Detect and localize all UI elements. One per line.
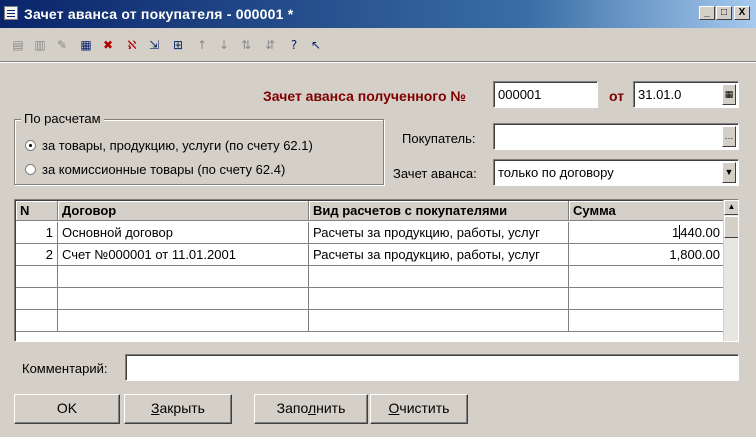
cell-contract[interactable]: Счет №000001 от 11.01.2001 bbox=[58, 244, 309, 266]
fill-hotkey: л bbox=[307, 400, 317, 416]
group-icon[interactable]: ▦ bbox=[78, 37, 94, 53]
empty-cell bbox=[309, 266, 569, 288]
col-kind[interactable]: Вид расчетов с покупателями bbox=[309, 201, 569, 221]
new-row-icon[interactable]: ▤ bbox=[10, 37, 26, 53]
cell-contract[interactable]: Основной договор bbox=[58, 222, 309, 244]
clear-label: чистить bbox=[399, 400, 450, 416]
scroll-up-button[interactable]: ▲ bbox=[724, 200, 738, 215]
empty-cell bbox=[16, 310, 58, 332]
close-form-button[interactable]: Закрыть bbox=[124, 394, 232, 424]
doc-number-label: Зачет аванса полученного № bbox=[263, 88, 466, 104]
ok-button[interactable]: OK bbox=[14, 394, 120, 424]
delete-row-icon[interactable]: ✖ bbox=[100, 37, 116, 53]
advance-select[interactable]: только по договору ▼ bbox=[493, 159, 739, 186]
cell-n: 2 bbox=[16, 244, 58, 266]
close-hotkey: З bbox=[151, 400, 160, 416]
fill-label-post: нить bbox=[316, 400, 346, 416]
title-bar: Зачет аванса от покупателя - 000001 * _ … bbox=[0, 0, 756, 28]
sort-asc-icon[interactable]: ⇅ bbox=[238, 37, 254, 53]
copy-row-icon[interactable]: ▥ bbox=[32, 37, 48, 53]
settlements-table[interactable]: N Договор Вид расчетов с покупателями Су… bbox=[14, 199, 739, 342]
empty-cell bbox=[309, 310, 569, 332]
table-header: N Договор Вид расчетов с покупателями Су… bbox=[16, 201, 725, 221]
empty-cell bbox=[569, 288, 725, 310]
maximize-button[interactable]: □ bbox=[716, 6, 732, 20]
buyer-field[interactable]: … bbox=[493, 123, 739, 150]
table-row-empty[interactable] bbox=[16, 288, 725, 310]
radio-goods-label: за товары, продукцию, услуги (по счету 6… bbox=[42, 138, 313, 153]
context-help-icon[interactable]: ↖ bbox=[308, 37, 324, 53]
doc-number-field[interactable]: 000001 bbox=[493, 81, 598, 108]
vertical-scrollbar[interactable]: ▲ bbox=[723, 200, 738, 341]
move-icon[interactable]: ⇲ bbox=[146, 37, 162, 53]
sum-part-b: 440.00 bbox=[680, 225, 720, 240]
calendar-icon: ▦ bbox=[724, 89, 734, 99]
empty-cell bbox=[569, 310, 725, 332]
empty-cell bbox=[16, 288, 58, 310]
clear-button[interactable]: Очистить bbox=[370, 394, 468, 424]
move-up-icon[interactable]: ↑ bbox=[194, 37, 210, 53]
empty-cell bbox=[58, 310, 309, 332]
settlements-legend: По расчетам bbox=[21, 111, 104, 126]
fill-button[interactable]: Заполнить bbox=[254, 394, 368, 424]
sum-part-a: 1 bbox=[672, 225, 680, 240]
delete-mark-icon[interactable]: ℵ bbox=[124, 37, 140, 53]
sort-desc-icon[interactable]: ⇵ bbox=[262, 37, 278, 53]
advance-value: только по договору bbox=[498, 165, 614, 180]
cell-n: 1 bbox=[16, 222, 58, 244]
advance-label: Зачет аванса: bbox=[393, 166, 477, 181]
settlements-group: По расчетам за товары, продукцию, услуги… bbox=[14, 111, 384, 185]
table-row-empty[interactable] bbox=[16, 266, 725, 288]
table-row[interactable]: 2 Счет №000001 от 11.01.2001 Расчеты за … bbox=[16, 244, 725, 266]
scroll-thumb[interactable] bbox=[724, 216, 738, 238]
close-label: акрыть bbox=[159, 400, 205, 416]
cell-kind[interactable]: Расчеты за продукцию, работы, услуг bbox=[309, 244, 569, 266]
calendar-button[interactable]: ▦ bbox=[722, 84, 736, 105]
empty-cell bbox=[309, 288, 569, 310]
col-contract[interactable]: Договор bbox=[58, 201, 309, 221]
date-field[interactable]: 31.01.0 ▦ bbox=[633, 81, 739, 108]
radio-unselected-icon[interactable] bbox=[25, 164, 36, 175]
document-icon bbox=[4, 6, 18, 20]
close-button[interactable]: X bbox=[734, 6, 750, 20]
date-label: от bbox=[609, 88, 625, 104]
window-title: Зачет аванса от покупателя - 000001 * bbox=[24, 6, 294, 22]
chevron-down-icon: ▼ bbox=[724, 167, 734, 177]
radio-goods[interactable]: за товары, продукцию, услуги (по счету 6… bbox=[25, 138, 313, 153]
toolbar: ▤ ▥ ✎ ▦ ✖ ℵ ⇲ ⊞ ↑ ↓ ⇅ ⇵ ? ↖ bbox=[0, 28, 756, 62]
comment-field[interactable] bbox=[125, 354, 739, 381]
cell-kind[interactable]: Расчеты за продукцию, работы, услуг bbox=[309, 222, 569, 244]
edit-row-icon[interactable]: ✎ bbox=[54, 37, 70, 53]
radio-selected-icon[interactable] bbox=[25, 140, 36, 151]
empty-cell bbox=[58, 288, 309, 310]
dropdown-button[interactable]: ▼ bbox=[722, 162, 736, 183]
comment-label: Комментарий: bbox=[22, 361, 108, 376]
col-n[interactable]: N bbox=[16, 201, 58, 221]
radio-commission[interactable]: за комиссионные товары (по счету 62.4) bbox=[25, 162, 285, 177]
cell-sum[interactable]: 1440.00 bbox=[569, 222, 725, 244]
radio-commission-label: за комиссионные товары (по счету 62.4) bbox=[42, 162, 286, 177]
table-row[interactable]: 1 Основной договор Расчеты за продукцию,… bbox=[16, 222, 725, 244]
fill-label-pre: Запо bbox=[276, 400, 308, 416]
empty-cell bbox=[569, 266, 725, 288]
cell-sum[interactable]: 1,800.00 bbox=[569, 244, 725, 266]
ok-button-label: OK bbox=[56, 400, 78, 416]
empty-cell bbox=[58, 266, 309, 288]
clear-hotkey: О bbox=[388, 400, 400, 416]
buyer-label: Покупатель: bbox=[402, 131, 476, 146]
date-value: 31.01.0 bbox=[638, 87, 682, 102]
minimize-button[interactable]: _ bbox=[699, 6, 715, 20]
empty-cell bbox=[16, 266, 58, 288]
col-sum[interactable]: Сумма bbox=[569, 201, 725, 221]
table-row-empty[interactable] bbox=[16, 310, 725, 332]
buyer-select-button[interactable]: … bbox=[722, 126, 736, 147]
move-down-icon[interactable]: ↓ bbox=[216, 37, 232, 53]
outline-icon[interactable]: ⊞ bbox=[170, 37, 186, 53]
help-icon[interactable]: ? bbox=[286, 37, 302, 53]
